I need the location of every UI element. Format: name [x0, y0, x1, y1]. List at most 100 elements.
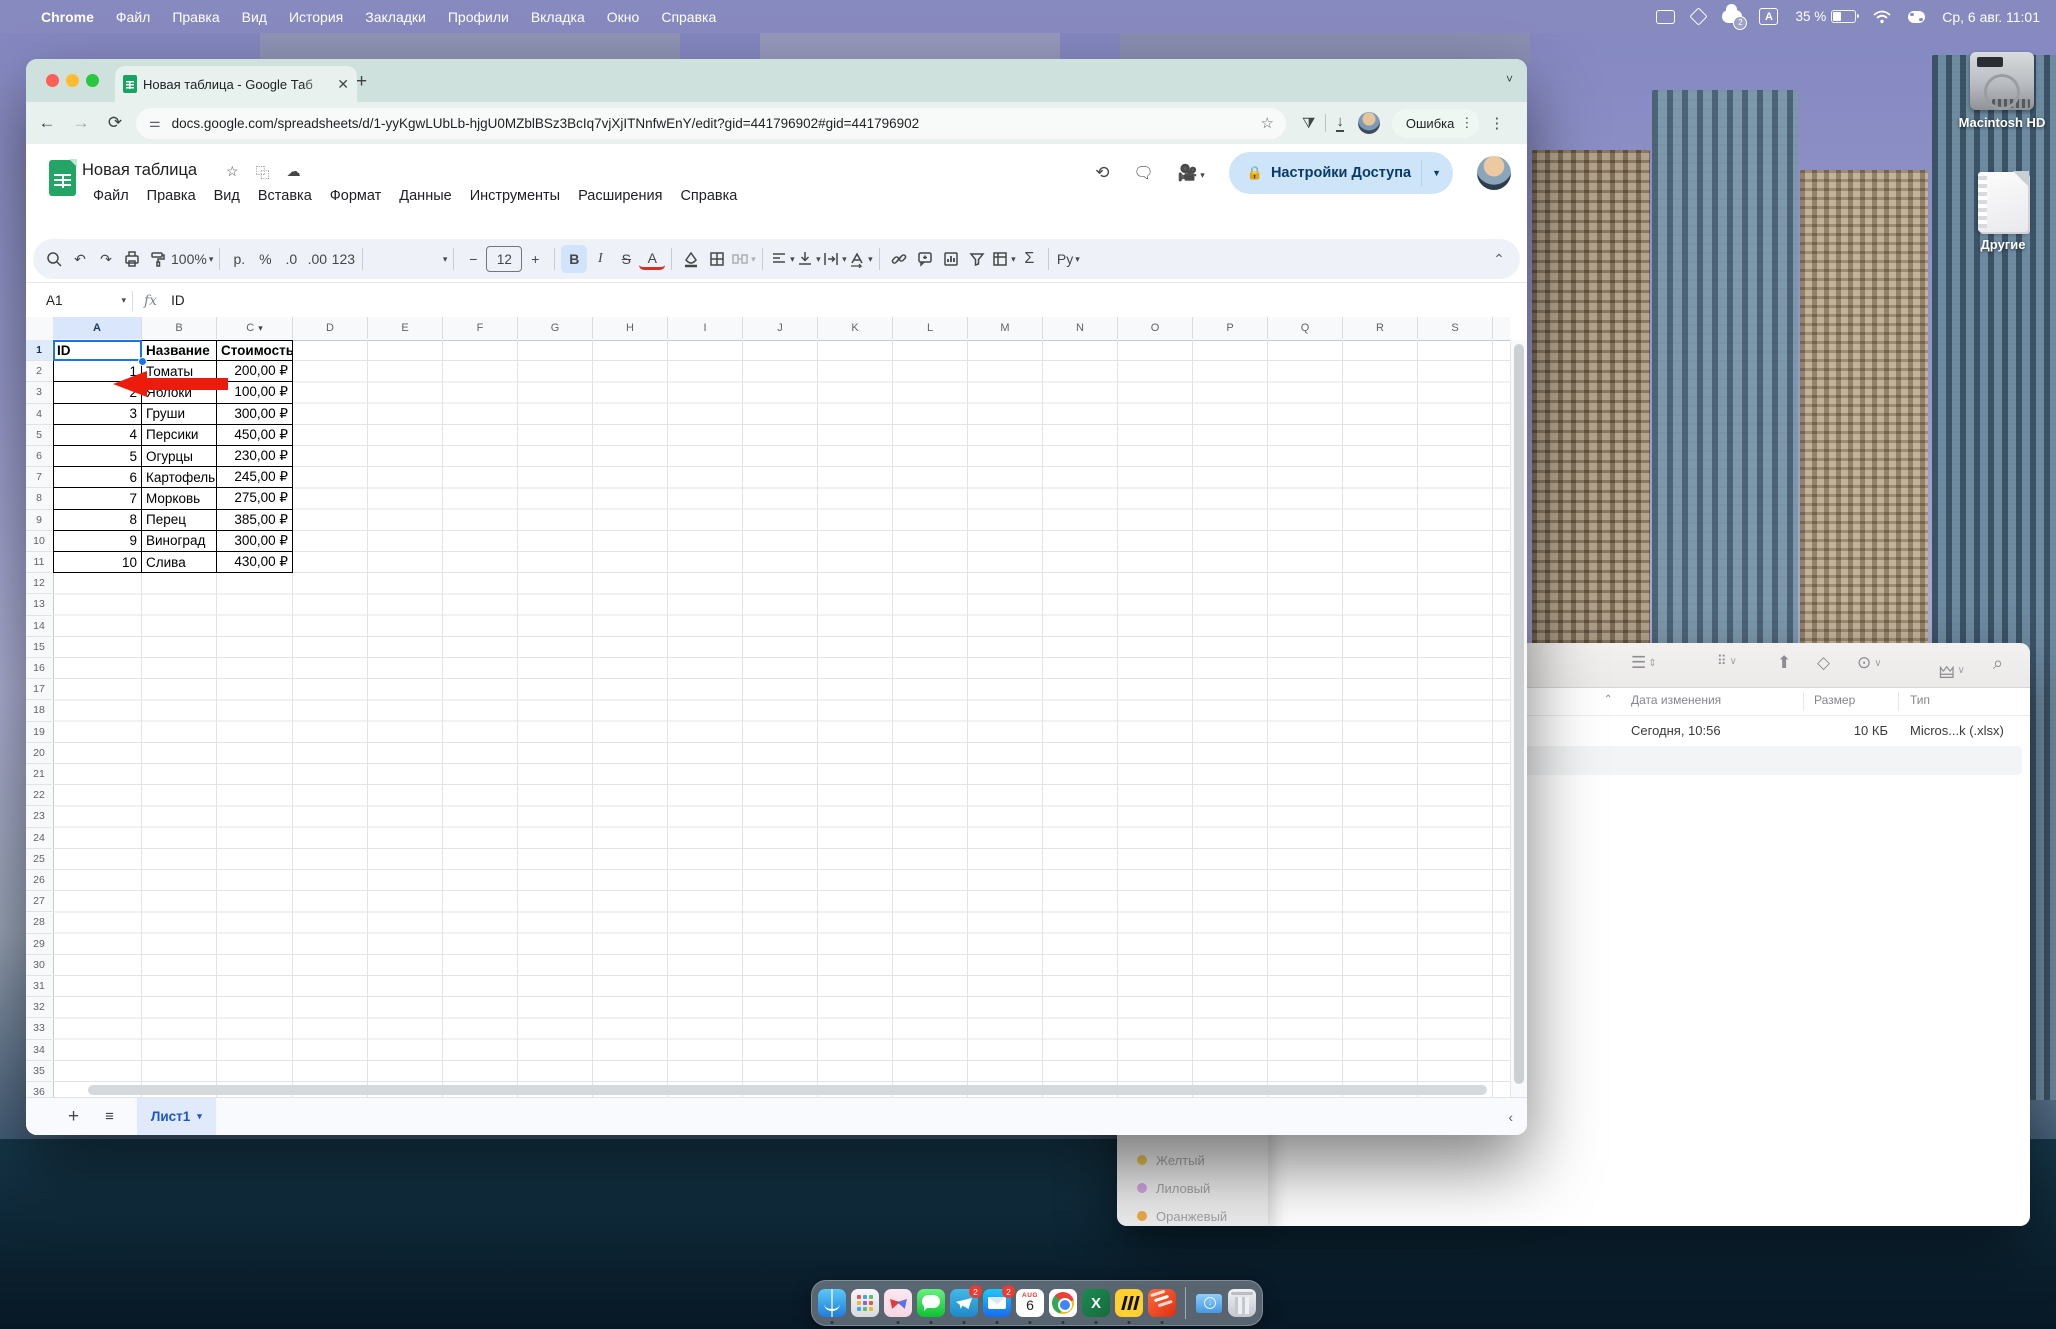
download-error-button[interactable]: Ошибка ⋮	[1392, 109, 1479, 138]
percent-format[interactable]: %	[252, 245, 278, 273]
account-avatar[interactable]	[1477, 156, 1511, 190]
row-header-7[interactable]: 7	[26, 467, 52, 488]
column-header-L[interactable]: L	[893, 317, 968, 339]
pivot-icon[interactable]: ▾	[990, 245, 1016, 273]
back-icon[interactable]: ←	[30, 113, 64, 133]
column-header-type[interactable]: Тип	[1910, 693, 1930, 707]
currency-format[interactable]: р.	[226, 245, 252, 273]
cell-A6[interactable]: 5	[53, 446, 142, 467]
text-color-icon[interactable]: A	[639, 249, 665, 270]
sheets-menu-формат[interactable]: Формат	[321, 185, 391, 207]
tab-search-icon[interactable]: ˅	[1506, 72, 1513, 86]
extensions-icon[interactable]: ⧩	[1302, 115, 1315, 132]
display-icon[interactable]	[1656, 8, 1675, 26]
desktop-icon-other-files[interactable]: Другие	[1948, 172, 2056, 252]
row-header-30[interactable]: 30	[26, 955, 52, 976]
star-doc-icon[interactable]: ☆	[226, 163, 239, 183]
menubar-clock[interactable]: Ср, 6 авг. 11:01	[1942, 9, 2040, 25]
undo-icon[interactable]: ↶	[67, 245, 93, 273]
column-header-G[interactable]: G	[518, 317, 593, 339]
h-align-icon[interactable]: ▾	[769, 245, 795, 273]
row-header-8[interactable]: 8	[26, 488, 52, 509]
filter-icon[interactable]	[964, 245, 990, 273]
tag-item-лиловый[interactable]: Лиловый	[1117, 1177, 1210, 1199]
sheets-menu-правка[interactable]: Правка	[138, 185, 205, 207]
move-folder-icon[interactable]: ⿻	[256, 163, 270, 183]
video-call-icon[interactable]: 🎥 ▾	[1178, 163, 1205, 183]
name-box-caret-icon[interactable]: ▾	[121, 295, 126, 306]
scroll-sheets-icon[interactable]: ‹	[1508, 1109, 1513, 1125]
wifi-icon[interactable]	[1873, 8, 1891, 26]
column-header-I[interactable]: I	[668, 317, 743, 339]
v-align-icon[interactable]: ▾	[795, 245, 821, 273]
row-header-10[interactable]: 10	[26, 531, 52, 552]
sheet-tab-menu-icon[interactable]: ▾	[197, 1111, 202, 1122]
reload-icon[interactable]: ⟳	[98, 113, 132, 133]
row-header-29[interactable]: 29	[26, 934, 52, 955]
row-header-21[interactable]: 21	[26, 764, 52, 785]
column-header-size[interactable]: Размер	[1814, 693, 1855, 707]
share-button[interactable]: 🔒 Настройки Доступа ▼	[1229, 152, 1453, 194]
bookmark-star-icon[interactable]: ☆	[1261, 114, 1274, 132]
row-header-11[interactable]: 11	[26, 552, 52, 573]
row-header-12[interactable]: 12	[26, 573, 52, 594]
menubar-item-файл[interactable]: Файл	[105, 9, 161, 25]
dock-mail-icon[interactable]: 2	[983, 1289, 1011, 1317]
downloads-icon[interactable]: ↓	[1336, 115, 1344, 132]
search-icon[interactable]	[41, 245, 67, 273]
site-settings-icon[interactable]: ⚌	[149, 115, 162, 131]
row-header-15[interactable]: 15	[26, 637, 52, 658]
row-header-4[interactable]: 4	[26, 404, 52, 425]
tag-icon[interactable]: ◇	[1817, 653, 1830, 673]
input-source-icon[interactable]: A	[1759, 8, 1778, 26]
cell-B7[interactable]: Картофель	[142, 467, 217, 488]
input-tools-select[interactable]: Ру▾	[1055, 245, 1081, 273]
font-size-box[interactable]: 12	[486, 245, 522, 273]
row-header-35[interactable]: 35	[26, 1061, 52, 1082]
row-header-2[interactable]: 2	[26, 361, 52, 382]
more-actions-icon[interactable]: ⊙ ∨	[1857, 653, 1882, 673]
menubar-item-история[interactable]: История	[278, 9, 354, 25]
history-icon[interactable]: ⟲	[1095, 163, 1109, 183]
menubar-item-профили[interactable]: Профили	[437, 9, 520, 25]
row-header-18[interactable]: 18	[26, 700, 52, 721]
add-sheet-icon[interactable]: +	[68, 1106, 79, 1128]
cell-A10[interactable]: 9	[53, 531, 142, 552]
row-header-24[interactable]: 24	[26, 828, 52, 849]
row-header-17[interactable]: 17	[26, 679, 52, 700]
close-tab-icon[interactable]: ✕	[337, 76, 349, 93]
row-header-6[interactable]: 6	[26, 446, 52, 467]
column-header-F[interactable]: F	[443, 317, 518, 339]
row-header-34[interactable]: 34	[26, 1040, 52, 1061]
dock-launchpad-icon[interactable]	[851, 1289, 879, 1317]
functions-icon[interactable]: Σ	[1016, 245, 1042, 273]
cell-B8[interactable]: Морковь	[142, 488, 217, 509]
cell-C3[interactable]: 100,00 ₽	[217, 382, 293, 403]
sheets-menu-расширения[interactable]: Расширения	[569, 185, 671, 207]
column-header-K[interactable]: K	[818, 317, 893, 339]
dock-excel-icon[interactable]: X	[1082, 1289, 1110, 1317]
list-view-icon[interactable]: ☰ ⇕	[1631, 653, 1657, 673]
row-header-33[interactable]: 33	[26, 1018, 52, 1039]
cell-C1[interactable]: Стоимость	[217, 340, 293, 361]
row-header-22[interactable]: 22	[26, 785, 52, 806]
dock-finder-icon[interactable]	[818, 1289, 846, 1317]
menubar-item-правка[interactable]: Правка	[161, 9, 230, 25]
sort-chevron-icon[interactable]: ⌃	[1604, 694, 1612, 705]
browser-tab[interactable]: Новая таблица - Google Таб ✕	[115, 66, 357, 102]
shortcuts-icon[interactable]	[1692, 8, 1705, 26]
column-header-M[interactable]: M	[968, 317, 1043, 339]
dock-messages-icon[interactable]	[917, 1289, 945, 1317]
row-header-14[interactable]: 14	[26, 616, 52, 637]
decrease-decimals[interactable]: .0	[278, 245, 304, 273]
column-header-J[interactable]: J	[743, 317, 818, 339]
row-header-26[interactable]: 26	[26, 870, 52, 891]
increase-decimals[interactable]: .00	[304, 245, 330, 273]
zoom-select[interactable]: 100%▾	[171, 245, 213, 273]
cell-A7[interactable]: 6	[53, 467, 142, 488]
column-header-O[interactable]: O	[1118, 317, 1193, 339]
sheets-menu-инструменты[interactable]: Инструменты	[461, 185, 569, 207]
address-bar[interactable]: ⚌ docs.google.com/spreadsheets/d/1-yyKgw…	[136, 108, 1286, 139]
menubar-item-вкладка[interactable]: Вкладка	[520, 9, 596, 25]
dock-calendar-icon[interactable]: AUG6	[1016, 1289, 1044, 1317]
